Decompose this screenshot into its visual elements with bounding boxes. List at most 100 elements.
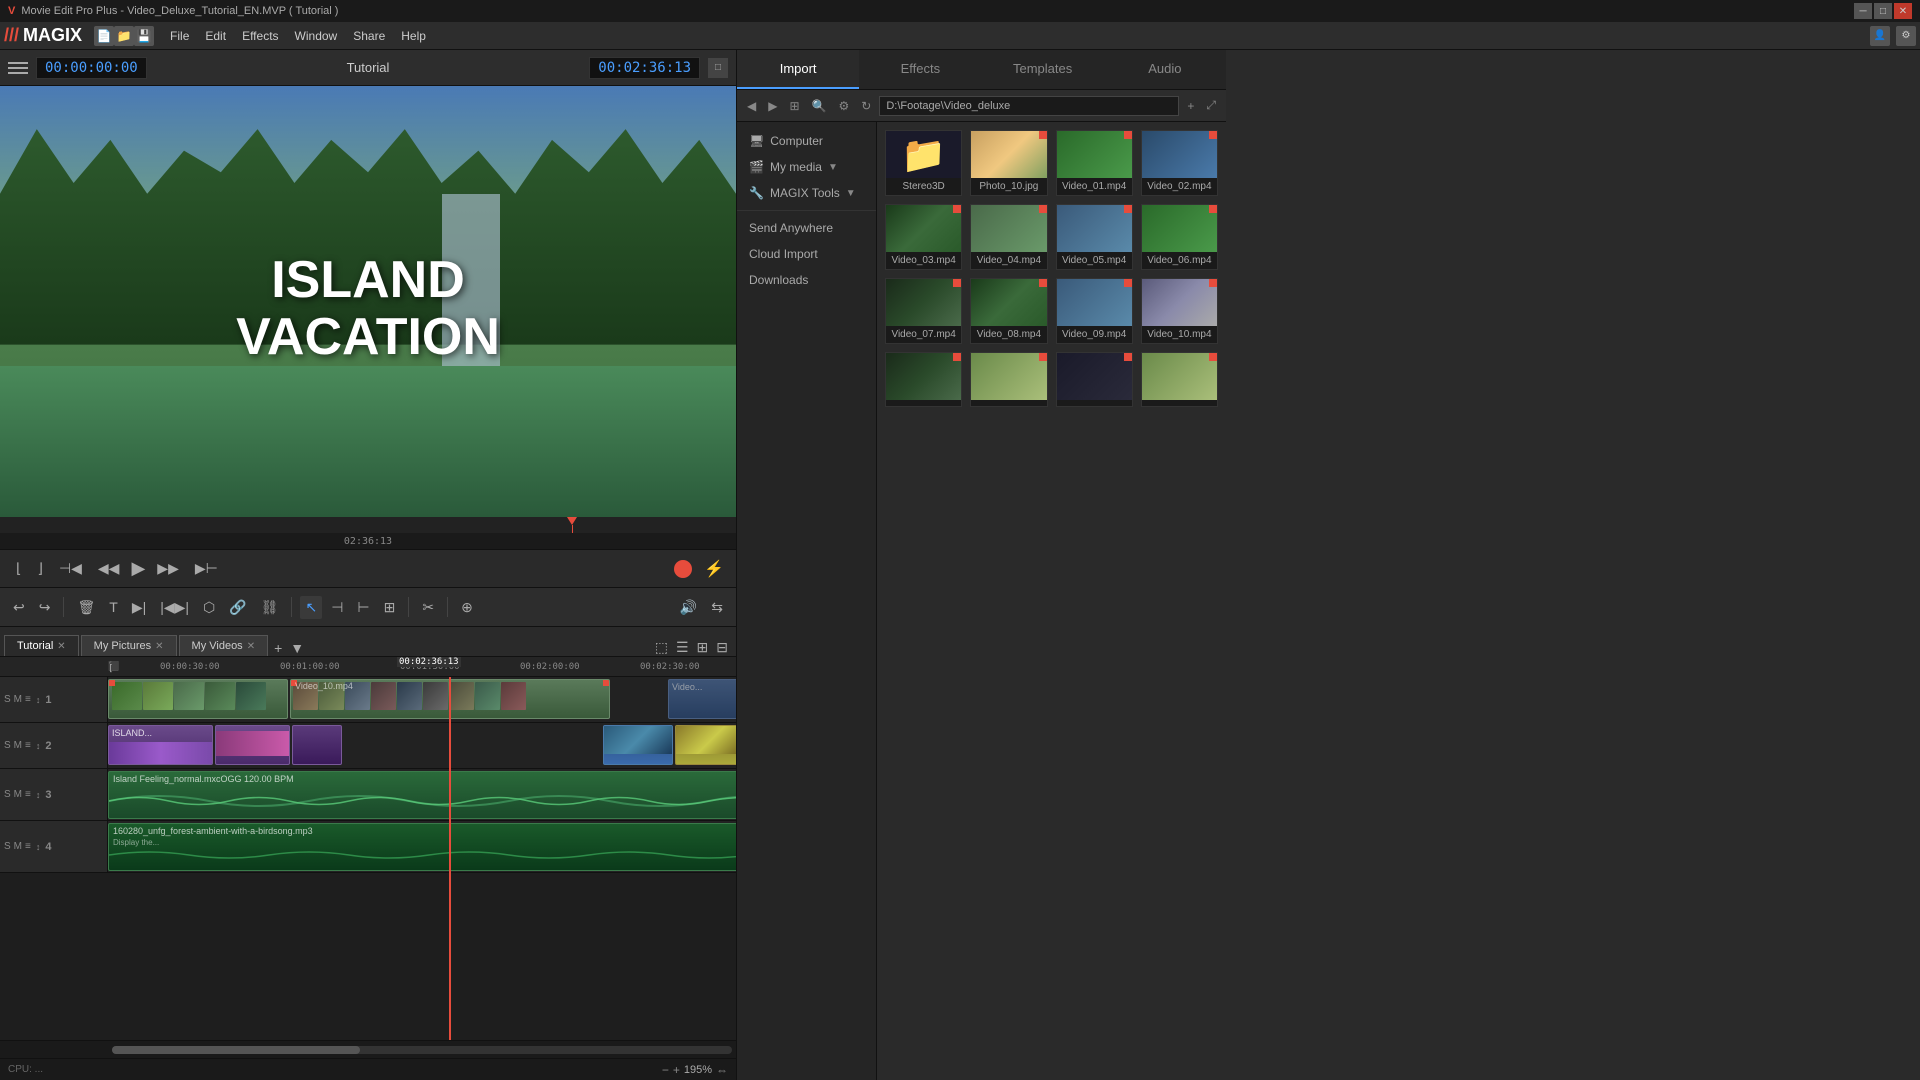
tab-effects[interactable]: Effects bbox=[859, 50, 981, 89]
clip-2-4[interactable] bbox=[603, 725, 673, 765]
add-location-button[interactable]: + bbox=[1183, 97, 1198, 115]
settings-button[interactable]: ⚙ bbox=[834, 97, 853, 115]
nav-forward-button[interactable]: ▶ bbox=[764, 97, 781, 115]
media-item-partial3[interactable] bbox=[1056, 352, 1133, 407]
media-item-partial4[interactable] bbox=[1141, 352, 1218, 407]
storyboard-view[interactable]: ⬚ bbox=[651, 639, 672, 656]
nav-magix-tools[interactable]: 🔧 MAGIX Tools ▼ bbox=[737, 180, 876, 206]
media-item-video01[interactable]: Video_01.mp4 bbox=[1056, 130, 1133, 196]
media-item-video05[interactable]: Video_05.mp4 bbox=[1056, 204, 1133, 270]
tab-my-pictures[interactable]: My Pictures ✕ bbox=[81, 635, 177, 656]
new-icon[interactable]: 📄 bbox=[94, 26, 114, 46]
clip-2-1[interactable]: ISLAND... bbox=[108, 725, 213, 765]
maximize-button[interactable]: □ bbox=[1874, 3, 1892, 19]
media-item-video08[interactable]: Video_08.mp4 bbox=[970, 278, 1047, 344]
menu-share[interactable]: Share bbox=[345, 25, 393, 47]
tab-my-videos-close[interactable]: ✕ bbox=[247, 641, 255, 652]
nav-computer[interactable]: 🖥 Computer bbox=[737, 128, 876, 154]
menu-effects[interactable]: Effects bbox=[234, 25, 286, 47]
track-down-4[interactable]: ↕ bbox=[34, 841, 43, 853]
track-content-1[interactable]: Video_10.mp4 Video... bbox=[108, 677, 736, 722]
record-button[interactable] bbox=[674, 560, 692, 578]
track-down-2[interactable]: ↕ bbox=[34, 740, 43, 752]
select-tool[interactable]: ↖ bbox=[300, 596, 322, 619]
add-tab-button[interactable]: + bbox=[270, 640, 286, 656]
track-content-4[interactable]: 160280_unfg_forest-ambient-with-a-birdso… bbox=[108, 821, 736, 872]
track-down-1[interactable]: ↕ bbox=[34, 694, 43, 706]
media-item-partial1[interactable] bbox=[885, 352, 962, 407]
menu-file[interactable]: File bbox=[162, 25, 197, 47]
tab-my-pictures-close[interactable]: ✕ bbox=[155, 641, 163, 652]
expand-panel-btn[interactable]: ⤢ bbox=[1202, 96, 1220, 115]
scene-view[interactable]: ⊞ bbox=[693, 639, 713, 656]
unlink-button[interactable]: ⛓ bbox=[256, 596, 284, 619]
clip-2-5[interactable] bbox=[675, 725, 736, 765]
clip-4-1[interactable]: 160280_unfg_forest-ambient-with-a-birdso… bbox=[108, 823, 736, 871]
undo-button[interactable]: ↩ bbox=[8, 596, 30, 619]
mark-in-button[interactable]: ⌊ bbox=[12, 558, 25, 579]
nav-my-media[interactable]: 🎬 My media ▼ bbox=[737, 154, 876, 180]
media-item-partial2[interactable] bbox=[970, 352, 1047, 407]
smart-render-button[interactable]: ⚡ bbox=[704, 559, 724, 579]
media-item-video10[interactable]: Video_10.mp4 bbox=[1141, 278, 1218, 344]
tab-audio[interactable]: Audio bbox=[1104, 50, 1226, 89]
tab-tutorial[interactable]: Tutorial ✕ bbox=[4, 635, 79, 656]
overview-toggle[interactable]: ⊟ bbox=[712, 639, 732, 656]
nav-back-button[interactable]: ◀ bbox=[743, 97, 760, 115]
grid-view-button[interactable]: ⊞ bbox=[785, 97, 803, 115]
split-button[interactable]: |◀▶| bbox=[155, 596, 194, 619]
open-icon[interactable]: 📁 bbox=[114, 26, 134, 46]
refresh-button[interactable]: ↻ bbox=[857, 97, 875, 115]
media-item-video09[interactable]: Video_09.mp4 bbox=[1056, 278, 1133, 344]
next-frame-button[interactable]: ▶▶ bbox=[153, 558, 183, 579]
delete-button[interactable]: 🗑 bbox=[72, 596, 100, 619]
scrollbar-thumb[interactable] bbox=[112, 1046, 360, 1054]
timeline-view[interactable]: ☰ bbox=[672, 639, 693, 656]
tab-import[interactable]: Import bbox=[737, 50, 859, 89]
tab-my-videos[interactable]: My Videos ✕ bbox=[179, 635, 269, 656]
nav-send-anywhere[interactable]: Send Anywhere bbox=[737, 215, 876, 241]
nav-downloads[interactable]: Downloads bbox=[737, 267, 876, 293]
fullscreen-button[interactable]: □ bbox=[708, 58, 728, 78]
media-item-stereo3d[interactable]: 📁 Stereo3D bbox=[885, 130, 962, 196]
prev-marker-button[interactable]: ⊣◀ bbox=[55, 558, 86, 579]
clip-2-3[interactable] bbox=[292, 725, 342, 765]
tab-options-button[interactable]: ▼ bbox=[286, 640, 308, 656]
tab-templates[interactable]: Templates bbox=[982, 50, 1104, 89]
menu-window[interactable]: Window bbox=[287, 25, 346, 47]
minimize-button[interactable]: ─ bbox=[1854, 3, 1872, 19]
track-down-3[interactable]: ↕ bbox=[34, 789, 43, 801]
clip-1-1[interactable] bbox=[108, 679, 288, 719]
menu-help[interactable]: Help bbox=[393, 25, 434, 47]
multiselect-tool[interactable]: ⊞ bbox=[379, 596, 401, 619]
zoom-plus-button[interactable]: + bbox=[673, 1063, 680, 1077]
preview-scrubber[interactable] bbox=[0, 517, 736, 533]
zoom-minus-button[interactable]: − bbox=[662, 1063, 669, 1077]
play-button[interactable]: ▶ bbox=[131, 558, 145, 579]
track-content-2[interactable]: ISLAND... bbox=[108, 723, 736, 768]
clip-3-1[interactable]: Island Feeling_normal.mxcOGG 120.00 BPM bbox=[108, 771, 736, 819]
media-item-photo10[interactable]: Photo_10.jpg bbox=[970, 130, 1047, 196]
effects-button[interactable]: ⬡ bbox=[198, 596, 220, 619]
menu-edit[interactable]: Edit bbox=[197, 25, 234, 47]
redo-button[interactable]: ↪ bbox=[34, 596, 56, 619]
insert-button[interactable]: ⊕ bbox=[456, 596, 478, 619]
volume-icon[interactable]: 🔊 bbox=[675, 596, 702, 619]
nav-cloud-import[interactable]: Cloud Import bbox=[737, 241, 876, 267]
path-input[interactable] bbox=[879, 96, 1179, 116]
split-tool[interactable]: ⊢ bbox=[352, 596, 374, 619]
mark-out-button[interactable]: ⌋ bbox=[33, 558, 46, 579]
expand-panel-button[interactable]: ⇆ bbox=[706, 596, 728, 619]
track-content-3[interactable]: Island Feeling_normal.mxcOGG 120.00 BPM bbox=[108, 769, 736, 820]
text-button[interactable]: T bbox=[104, 596, 123, 618]
clip-1-3[interactable]: Video... bbox=[668, 679, 736, 719]
link-button[interactable]: 🔗 bbox=[224, 596, 251, 619]
clip-1-2[interactable]: Video_10.mp4 bbox=[290, 679, 610, 719]
hamburger-menu[interactable] bbox=[8, 58, 28, 78]
trim-tool[interactable]: ⊣ bbox=[326, 596, 348, 619]
chapter-button[interactable]: ▶| bbox=[127, 596, 151, 619]
media-item-video02[interactable]: Video_02.mp4 bbox=[1141, 130, 1218, 196]
settings-icon[interactable]: ⚙ bbox=[1896, 26, 1916, 46]
track-solo-2[interactable]: ≡ bbox=[25, 740, 31, 751]
media-item-video06[interactable]: Video_06.mp4 bbox=[1141, 204, 1218, 270]
